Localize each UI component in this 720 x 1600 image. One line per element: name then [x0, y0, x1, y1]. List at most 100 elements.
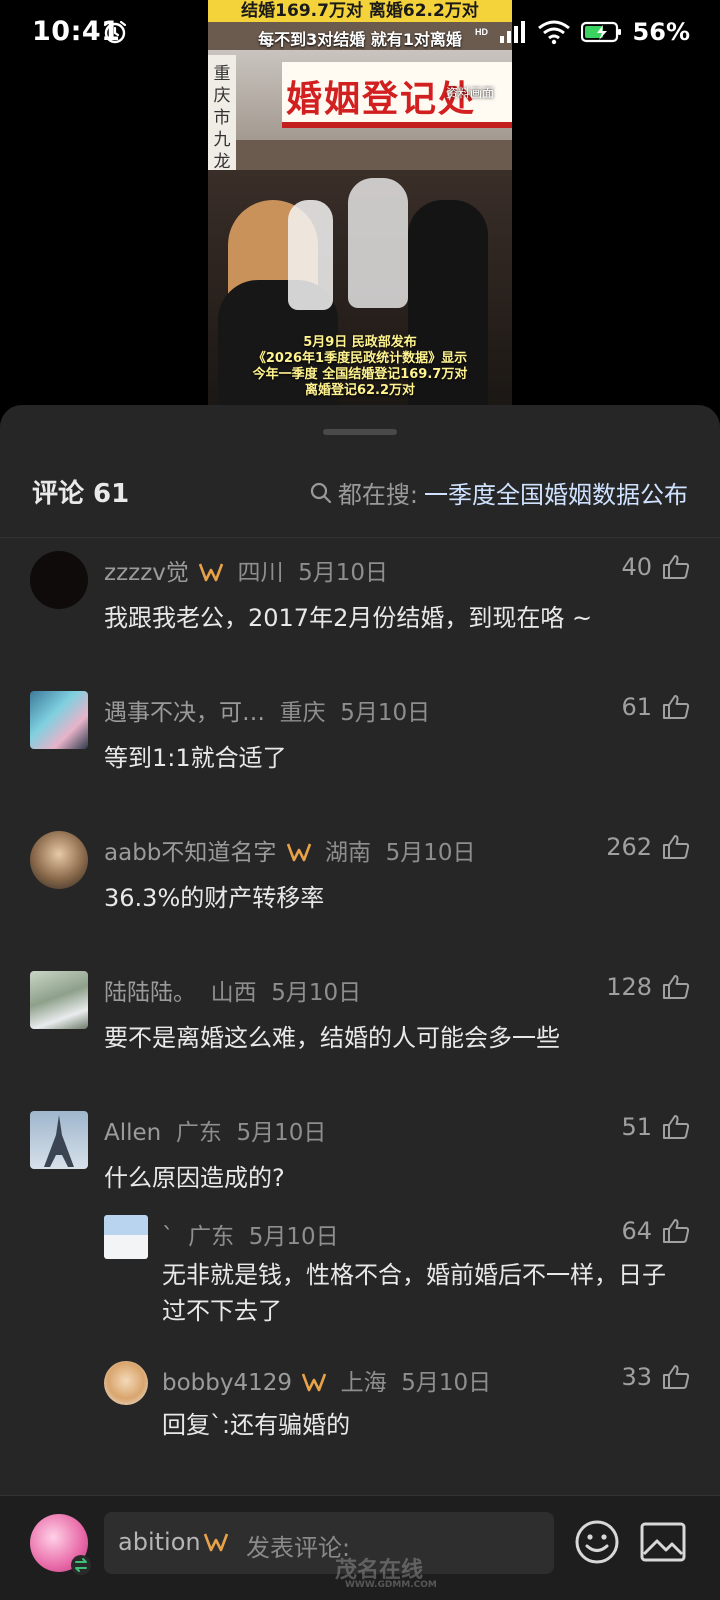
eiffel-tower-image — [44, 1115, 74, 1167]
reply-region: 上海 — [340, 1370, 387, 1396]
like-button[interactable]: 61 — [621, 693, 690, 721]
divider — [0, 537, 720, 538]
comment-text: 要不是离婚这么难，结婚的人可能会多一些 — [104, 1024, 560, 1052]
comment-item[interactable]: Allen 广东 5月10日 什么原因造成的? 51 — [0, 1103, 720, 1213]
comment-meta: 遇事不决，可… 重庆 5月10日 — [104, 693, 430, 727]
reply-date: 5月10日 — [248, 1224, 339, 1250]
video-veil — [348, 178, 408, 308]
avatar[interactable] — [30, 971, 88, 1029]
reply-username[interactable]: bobby4129 — [162, 1370, 292, 1396]
comment-date: 5月10日 — [236, 1120, 327, 1146]
avatar[interactable] — [30, 691, 88, 749]
like-count: 51 — [621, 1113, 652, 1141]
caption-line: 《2026年1季度民政统计数据》显示 — [252, 351, 468, 366]
comment-username[interactable]: aabb不知道名字 — [104, 840, 276, 866]
search-suggestion[interactable]: 都在搜: 一季度全国婚姻数据公布 — [310, 475, 688, 510]
like-count: 33 — [621, 1363, 652, 1391]
comment-region: 四川 — [237, 560, 284, 586]
hd-icon: HD — [475, 27, 488, 37]
drag-handle[interactable] — [323, 429, 397, 435]
video-bottom-caption: 5月9日 民政部发布 《2026年1季度民政统计数据》显示 今年一季度 全国结婚… — [208, 335, 512, 399]
like-button[interactable]: 128 — [606, 973, 690, 1001]
status-icons: HD 56% — [475, 18, 690, 46]
caption-line: 今年一季度 全国结婚登记169.7万对 — [252, 367, 468, 382]
comment-meta: aabb不知道名字 湖南 5月10日 — [104, 833, 476, 867]
svg-text:HD: HD — [475, 27, 488, 37]
like-count: 128 — [606, 973, 652, 1001]
like-count: 64 — [621, 1217, 652, 1245]
reply-date: 5月10日 — [401, 1370, 492, 1396]
input-username: abition — [118, 1528, 235, 1556]
reply-meta: bobby4129 上海 5月10日 — [162, 1363, 491, 1397]
battery-percent: 56% — [632, 18, 690, 46]
wifi-icon — [537, 20, 570, 45]
comment-date: 5月10日 — [271, 980, 362, 1006]
fan-badge-icon — [302, 1373, 327, 1392]
site-watermark: 茂名在线 WWW.GDMM.COM — [265, 1550, 485, 1600]
comment-username[interactable]: zzzzv觉 — [104, 560, 189, 586]
fan-badge-icon — [203, 1533, 228, 1552]
comment-username[interactable]: Allen — [104, 1120, 161, 1146]
like-button[interactable]: 51 — [621, 1113, 690, 1141]
like-button[interactable]: 64 — [621, 1217, 690, 1245]
avatar[interactable] — [104, 1361, 148, 1405]
like-count: 61 — [621, 693, 652, 721]
comment-date: 5月10日 — [385, 840, 476, 866]
thumbs-up-icon — [663, 555, 690, 579]
like-button[interactable]: 262 — [606, 833, 690, 861]
reply-username[interactable]: ` — [162, 1224, 174, 1250]
thumbs-up-icon — [663, 835, 690, 859]
watermark-url: WWW.GDMM.COM — [345, 1580, 437, 1590]
comment-item[interactable]: aabb不知道名字 湖南 5月10日 36.3%的财产转移率 262 — [0, 823, 720, 943]
comment-username[interactable]: 遇事不决，可… — [104, 700, 265, 726]
comment-region: 重庆 — [279, 700, 326, 726]
thumbs-up-icon — [663, 1115, 690, 1139]
reply-region: 广东 — [188, 1224, 235, 1250]
comment-date: 5月10日 — [340, 700, 431, 726]
alarm-icon — [103, 20, 127, 44]
comment-username[interactable]: 陆陆陆。 — [104, 980, 196, 1006]
avatar[interactable] — [104, 1215, 148, 1259]
caption-line: 离婚登记62.2万对 — [304, 383, 416, 398]
search-icon — [310, 482, 332, 503]
comment-item[interactable]: 陆陆陆。 山西 5月10日 要不是离婚这么难，结婚的人可能会多一些 128 — [0, 963, 720, 1083]
avatar[interactable] — [30, 831, 88, 889]
comment-meta: zzzzv觉 四川 5月10日 — [104, 553, 388, 587]
search-keyword[interactable]: 一季度全国婚姻数据公布 — [424, 475, 688, 510]
signal-icon — [499, 21, 525, 43]
comment-item[interactable]: 遇事不决，可… 重庆 5月10日 等到1:1就合适了 61 — [0, 683, 720, 803]
comment-item[interactable]: zzzzv觉 四川 5月10日 我跟我老公，2017年2月份结婚，到现在咯 ~ … — [0, 543, 720, 663]
swap-account-icon[interactable] — [70, 1554, 92, 1576]
sheet-header: 评论 61 都在搜: 一季度全国婚姻数据公布 — [0, 463, 720, 529]
thumbs-up-icon — [663, 975, 690, 999]
comment-text: 等到1:1就合适了 — [104, 744, 287, 772]
avatar[interactable] — [30, 551, 88, 609]
video-veil — [288, 200, 333, 310]
like-button[interactable]: 40 — [621, 553, 690, 581]
thumbs-up-icon — [663, 695, 690, 719]
thumbs-up-icon — [663, 1365, 690, 1389]
input-username-text: abition — [118, 1528, 201, 1556]
reply-meta: ` 广东 5月10日 — [162, 1217, 339, 1251]
battery-icon — [580, 21, 621, 43]
comment-meta: 陆陆陆。 山西 5月10日 — [104, 973, 361, 1007]
reply-item[interactable]: ` 广东 5月10日 无非就是钱，性格不合，婚前婚后不一样，日子过不下去了 64 — [0, 1207, 720, 1347]
status-bar: 10:41 HD 56% — [0, 0, 720, 66]
reply-text: 回复`:还有骗婚的 — [162, 1411, 351, 1439]
like-count: 40 — [621, 553, 652, 581]
like-button[interactable]: 33 — [621, 1363, 690, 1391]
like-count: 262 — [606, 833, 652, 861]
fan-badge-icon — [286, 843, 311, 862]
thumbs-up-icon — [663, 1219, 690, 1243]
comment-text: 我跟我老公，2017年2月份结婚，到现在咯 ~ — [104, 604, 593, 632]
comment-count-title: 评论 61 — [32, 479, 130, 509]
image-icon[interactable] — [640, 1521, 686, 1563]
caption-line: 5月9日 民政部发布 — [303, 335, 417, 350]
comment-meta: Allen 广东 5月10日 — [104, 1113, 326, 1147]
comment-text: 什么原因造成的? — [104, 1164, 285, 1192]
reply-item[interactable]: bobby4129 上海 5月10日 回复`:还有骗婚的 33 — [0, 1353, 720, 1453]
emoji-icon[interactable] — [574, 1519, 620, 1565]
fan-badge-icon — [199, 563, 224, 582]
avatar[interactable] — [30, 1111, 88, 1169]
comment-sheet: 评论 61 都在搜: 一季度全国婚姻数据公布 zzzzv觉 四川 5月10日 我… — [0, 405, 720, 1600]
